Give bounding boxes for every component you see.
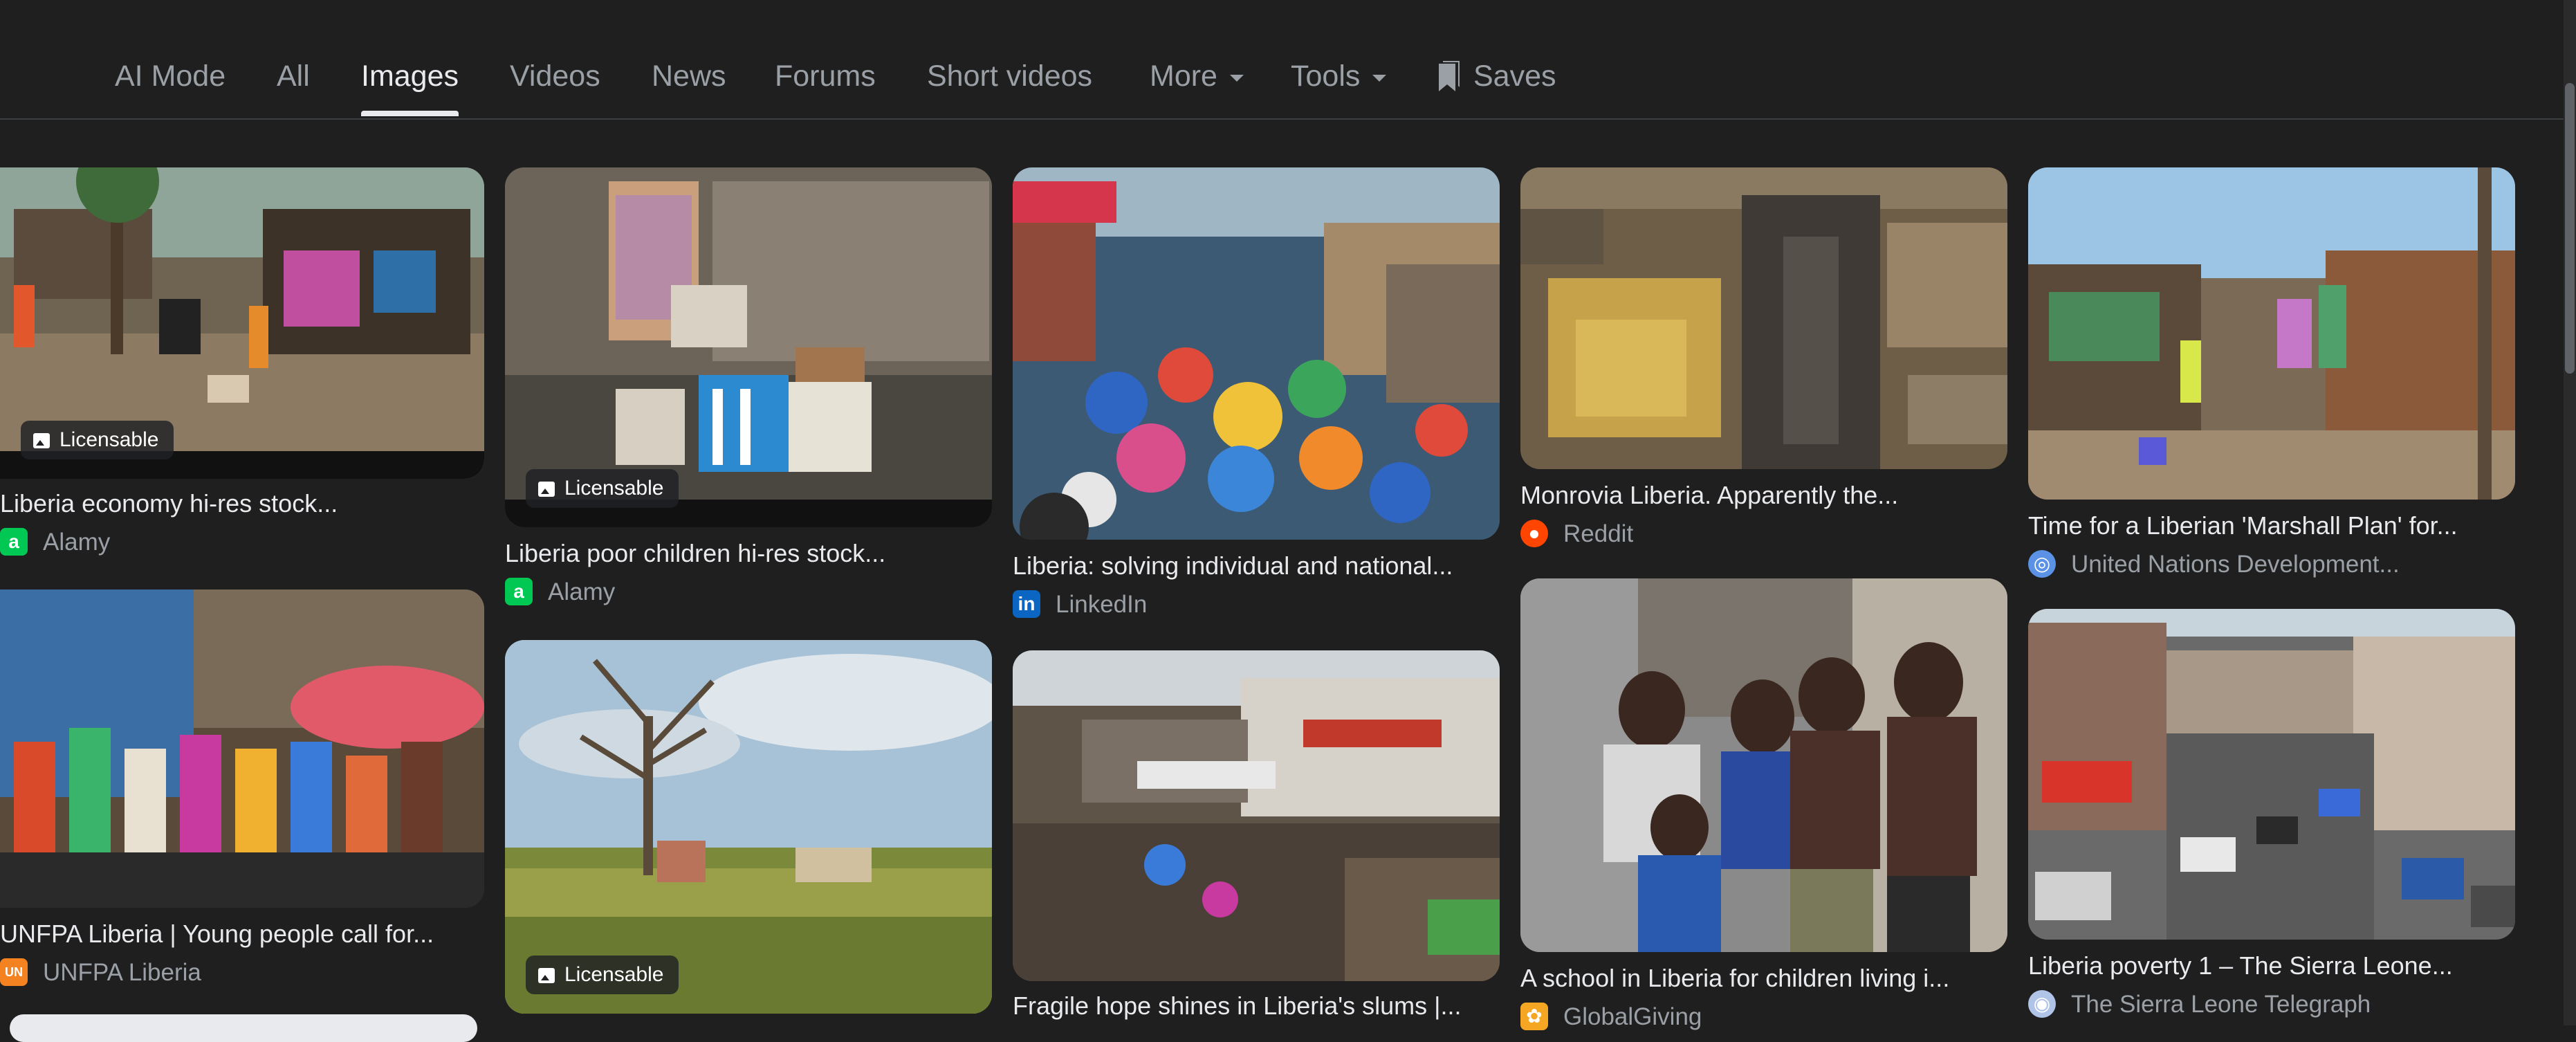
- reddit-icon: ●: [1520, 519, 1548, 547]
- result-source-label: LinkedIn: [1056, 591, 1148, 618]
- result-source[interactable]: a Alamy: [505, 577, 992, 607]
- result-image: [1520, 167, 2007, 469]
- image-result[interactable]: Monrovia Liberia. Apparently the... ● Red…: [1520, 167, 2007, 555]
- licensable-label: Licensable: [59, 428, 159, 451]
- result-title[interactable]: Liberia: solving individual and national…: [1013, 551, 1500, 581]
- result-thumbnail[interactable]: [1013, 167, 1500, 540]
- result-source[interactable]: ◉ The Sierra Leone Telegraph: [2028, 989, 2515, 1020]
- result-title[interactable]: Fragile hope shines in Liberia's slums |…: [1013, 991, 1500, 1021]
- result-title[interactable]: A school in Liberia for children living …: [1520, 963, 2007, 994]
- image-result[interactable]: Liberia: solving individual and national…: [1013, 167, 1500, 624]
- tab-short-videos[interactable]: Short videos: [927, 57, 1092, 95]
- image-icon: [33, 433, 50, 449]
- result-thumbnail[interactable]: [1520, 578, 2007, 952]
- licensable-label: Licensable: [564, 963, 664, 986]
- alamy-icon: a: [505, 577, 533, 605]
- result-thumbnail[interactable]: [0, 589, 484, 908]
- result-title[interactable]: Monrovia Liberia. Apparently the...: [1520, 480, 2007, 511]
- result-image: [0, 589, 484, 908]
- result-image: [1520, 578, 2007, 952]
- result-title[interactable]: Liberia economy hi-res stock...: [0, 488, 484, 519]
- search-tabs-bar: AI Mode All Images Videos News Forums Sh…: [0, 0, 2576, 120]
- active-tab-indicator: [361, 111, 459, 116]
- result-source-label: United Nations Development...: [2071, 551, 2400, 578]
- licensable-badge[interactable]: Licensable: [526, 469, 679, 508]
- tab-videos[interactable]: Videos: [510, 57, 600, 95]
- tab-images[interactable]: Images: [361, 57, 459, 116]
- result-thumbnail[interactable]: [2028, 609, 2515, 940]
- sierra-leone-telegraph-icon: ◉: [2028, 989, 2056, 1018]
- result-title[interactable]: UNFPA Liberia | Young people call for...: [0, 919, 484, 949]
- scrollbar-thumb[interactable]: [2565, 83, 2575, 374]
- licensable-badge[interactable]: Licensable: [526, 956, 679, 994]
- tab-ai-mode[interactable]: AI Mode: [115, 57, 226, 95]
- tab-images-label: Images: [361, 60, 459, 93]
- result-source[interactable]: ✿ GlobalGiving: [1520, 1002, 2007, 1032]
- saves-label: Saves: [1473, 60, 1556, 93]
- tab-more-label: More: [1150, 60, 1217, 93]
- partial-button[interactable]: [10, 1014, 477, 1042]
- tab-forums[interactable]: Forums: [775, 57, 876, 95]
- image-result[interactable]: Licensable: [505, 640, 992, 1014]
- result-thumbnail[interactable]: [1520, 167, 2007, 469]
- chevron-down-icon: [1372, 74, 1387, 82]
- image-result[interactable]: A school in Liberia for children living …: [1520, 578, 2007, 1030]
- image-icon: [538, 482, 555, 497]
- result-source-label: Alamy: [548, 578, 616, 605]
- result-source[interactable]: ● Reddit: [1520, 519, 2007, 549]
- result-source-label: UNFPA Liberia: [43, 959, 201, 986]
- bookmark-icon: [1439, 60, 1460, 91]
- result-source[interactable]: UN UNFPA Liberia: [0, 958, 484, 988]
- licensable-label: Licensable: [564, 477, 664, 500]
- result-source[interactable]: a Alamy: [0, 527, 484, 558]
- result-thumbnail[interactable]: Licensable: [505, 167, 992, 527]
- result-image: [1013, 650, 1500, 981]
- result-source-label: Alamy: [43, 529, 111, 556]
- tools-button[interactable]: Tools: [1291, 57, 1387, 95]
- result-thumbnail[interactable]: Licensable: [0, 167, 484, 479]
- result-image: [2028, 609, 2515, 940]
- tab-more[interactable]: More: [1150, 57, 1244, 95]
- result-source-label: Reddit: [1563, 520, 1634, 547]
- result-source[interactable]: in LinkedIn: [1013, 589, 1500, 620]
- image-result[interactable]: Licensable Liberia economy hi-res stock.…: [0, 167, 484, 562]
- linkedin-icon: in: [1013, 589, 1040, 618]
- unfpa-icon: UN: [0, 958, 28, 986]
- result-title[interactable]: Liberia poverty 1 – The Sierra Leone...: [2028, 951, 2515, 981]
- result-source[interactable]: ◎ United Nations Development...: [2028, 549, 2515, 580]
- image-result[interactable]: UNFPA Liberia | Young people call for...…: [0, 589, 484, 994]
- result-source-label: GlobalGiving: [1563, 1003, 1702, 1030]
- licensable-badge[interactable]: Licensable: [21, 421, 174, 459]
- image-result[interactable]: Time for a Liberian 'Marshall Plan' for.…: [2028, 167, 2515, 586]
- alamy-icon: a: [0, 527, 28, 556]
- result-title[interactable]: Liberia poor children hi-res stock...: [505, 538, 992, 569]
- un-icon: ◎: [2028, 549, 2056, 578]
- image-result[interactable]: Fragile hope shines in Liberia's slums |…: [1013, 650, 1500, 1025]
- result-thumbnail[interactable]: [2028, 167, 2515, 500]
- result-image: [2028, 167, 2515, 500]
- tab-news[interactable]: News: [652, 57, 726, 95]
- tools-label: Tools: [1291, 60, 1361, 93]
- chevron-down-icon: [1229, 74, 1244, 82]
- result-thumbnail[interactable]: Licensable: [505, 640, 992, 1014]
- result-thumbnail[interactable]: [1013, 650, 1500, 981]
- result-source-label: The Sierra Leone Telegraph: [2071, 991, 2371, 1018]
- saves-button[interactable]: Saves: [1435, 57, 1556, 95]
- result-title[interactable]: Time for a Liberian 'Marshall Plan' for.…: [2028, 511, 2515, 541]
- image-result[interactable]: Liberia poverty 1 – The Sierra Leone... …: [2028, 609, 2515, 1025]
- result-image: [1013, 167, 1500, 540]
- globalgiving-icon: ✿: [1520, 1002, 1548, 1030]
- tab-all[interactable]: All: [277, 57, 310, 95]
- image-icon: [538, 968, 555, 984]
- image-result[interactable]: Licensable Liberia poor children hi-res …: [505, 167, 992, 614]
